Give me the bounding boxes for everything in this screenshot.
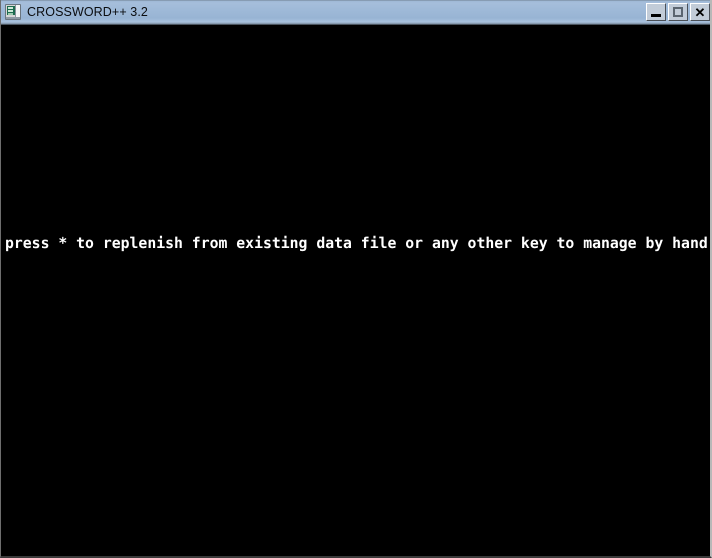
- console-window-icon: [5, 4, 21, 20]
- close-glyph: ✕: [694, 4, 706, 20]
- application-window: CROSSWORD++ 3.2 ✕ press * to replenish f…: [0, 0, 712, 558]
- maximize-button[interactable]: [668, 3, 688, 21]
- icon-base: [6, 17, 20, 19]
- close-button[interactable]: ✕: [690, 3, 710, 21]
- window-controls: ✕: [646, 3, 710, 21]
- close-icon: ✕: [691, 4, 709, 20]
- title-bar[interactable]: CROSSWORD++ 3.2 ✕: [1, 0, 710, 25]
- maximize-icon: [669, 4, 687, 20]
- console-screen[interactable]: press * to replenish from existing data …: [1, 26, 710, 556]
- console-prompt-text: press * to replenish from existing data …: [5, 234, 708, 252]
- window-title: CROSSWORD++ 3.2: [27, 5, 148, 19]
- minimize-icon: [647, 4, 665, 20]
- minimize-button[interactable]: [646, 3, 666, 21]
